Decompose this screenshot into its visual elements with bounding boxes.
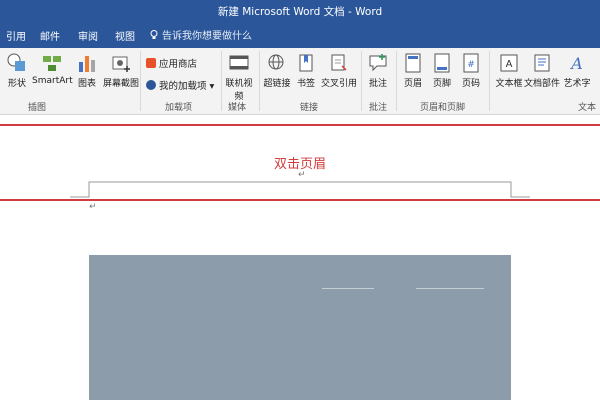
online-video-button[interactable]: 联机视频: [222, 52, 256, 102]
hyperlink-label: 超链接: [263, 79, 291, 89]
group-addins-label: 加载项: [165, 103, 193, 113]
document-image[interactable]: [89, 255, 511, 400]
video-icon: [229, 55, 249, 70]
quickparts-label: 文档部件: [523, 79, 560, 89]
textbox-button[interactable]: A 文本框: [492, 52, 526, 89]
image-line: [322, 288, 374, 289]
chart-label: 图表: [77, 79, 96, 89]
store-button[interactable]: 应用商店: [146, 56, 197, 70]
tab-review[interactable]: 审阅: [78, 28, 98, 43]
comment-label: 批注: [368, 79, 387, 89]
group-separator: [396, 51, 397, 111]
bookmark-button[interactable]: 书签: [294, 52, 318, 89]
footer-icon: [434, 53, 450, 73]
quickparts-icon: [534, 54, 550, 72]
quickparts-button[interactable]: 文档部件: [522, 52, 562, 89]
ribbon: 形状 SmartArt 图表 屏幕截图 插图 应用商店 我的加载项 ▾ 加载项 …: [0, 48, 600, 115]
header-label: 页眉: [403, 79, 422, 89]
paragraph-mark: ↵: [89, 202, 97, 212]
crossref-button[interactable]: 交叉引用: [320, 52, 358, 89]
tab-references[interactable]: 引用: [6, 28, 26, 43]
group-text-label: 文本: [578, 103, 597, 113]
shapes-label: 形状: [7, 79, 26, 89]
screenshot-label: 屏幕截图: [102, 79, 139, 89]
screenshot-icon: [112, 56, 130, 72]
bookmark-label: 书签: [296, 79, 315, 89]
page-number-icon: #: [463, 53, 479, 73]
group-separator: [140, 51, 141, 111]
group-separator: [361, 51, 362, 111]
bookmark-icon: [299, 54, 313, 72]
group-header-footer-label: 页眉和页脚: [420, 103, 466, 113]
screenshot-button[interactable]: 屏幕截图: [101, 52, 141, 89]
group-media-label: 媒体: [228, 103, 247, 113]
footer-label: 页脚: [432, 79, 451, 89]
svg-text:A: A: [506, 59, 513, 70]
store-label: 应用商店: [159, 59, 198, 70]
group-links-label: 链接: [300, 103, 319, 113]
smartart-button[interactable]: SmartArt: [32, 52, 73, 86]
group-separator: [489, 51, 490, 111]
tell-me-box[interactable]: 告诉我你想要做什么: [150, 27, 252, 42]
my-addins-label: 我的加载项: [159, 81, 207, 92]
window-title: 新建 Microsoft Word 文档 - Word: [217, 6, 383, 18]
tab-mailings[interactable]: 邮件: [40, 28, 60, 43]
smartart-label: SmartArt: [32, 76, 73, 86]
crossref-icon: [331, 54, 347, 71]
smartart-icon: [43, 56, 61, 71]
group-comments-label: 批注: [369, 103, 388, 113]
ribbon-tabs: 引用 邮件 审阅 视图 告诉我你想要做什么: [0, 22, 600, 48]
header-icon: [405, 53, 421, 73]
my-addins-button[interactable]: 我的加载项 ▾: [146, 78, 214, 92]
comment-button[interactable]: 批注: [364, 52, 392, 89]
crossref-label: 交叉引用: [320, 79, 357, 89]
tab-view[interactable]: 视图: [115, 28, 135, 43]
group-separator: [259, 51, 260, 111]
store-icon: [146, 58, 156, 68]
chart-icon: [79, 56, 95, 72]
addins-icon: [146, 80, 156, 90]
page-number-label: 页码: [461, 79, 480, 89]
shapes-icon: [7, 53, 25, 71]
online-video-label: 联机视频: [225, 79, 253, 102]
lightbulb-icon: [150, 30, 158, 39]
svg-text:A: A: [569, 54, 583, 73]
svg-text:#: #: [467, 60, 475, 70]
wordart-label: 艺术字: [563, 79, 591, 89]
header-button[interactable]: 页眉: [400, 52, 426, 89]
image-line: [416, 288, 484, 289]
textbox-label: 文本框: [495, 79, 523, 89]
globe-link-icon: [268, 54, 284, 70]
shapes-button[interactable]: 形状: [4, 52, 30, 89]
chart-button[interactable]: 图表: [75, 52, 99, 89]
group-illustrations-label: 插图: [28, 103, 47, 113]
wordart-icon: A: [569, 54, 583, 73]
hyperlink-button[interactable]: 超链接: [262, 52, 292, 89]
comment-icon: [369, 54, 387, 72]
footer-button[interactable]: 页脚: [429, 52, 455, 89]
tell-me-text: 告诉我你想要做什么: [162, 31, 252, 42]
header-margin-line: [70, 181, 530, 198]
textbox-icon: A: [500, 54, 518, 72]
wordart-button[interactable]: A 艺术字: [560, 52, 594, 89]
page-number-button[interactable]: # 页码: [458, 52, 484, 89]
title-bar: 新建 Microsoft Word 文档 - Word: [0, 0, 600, 22]
